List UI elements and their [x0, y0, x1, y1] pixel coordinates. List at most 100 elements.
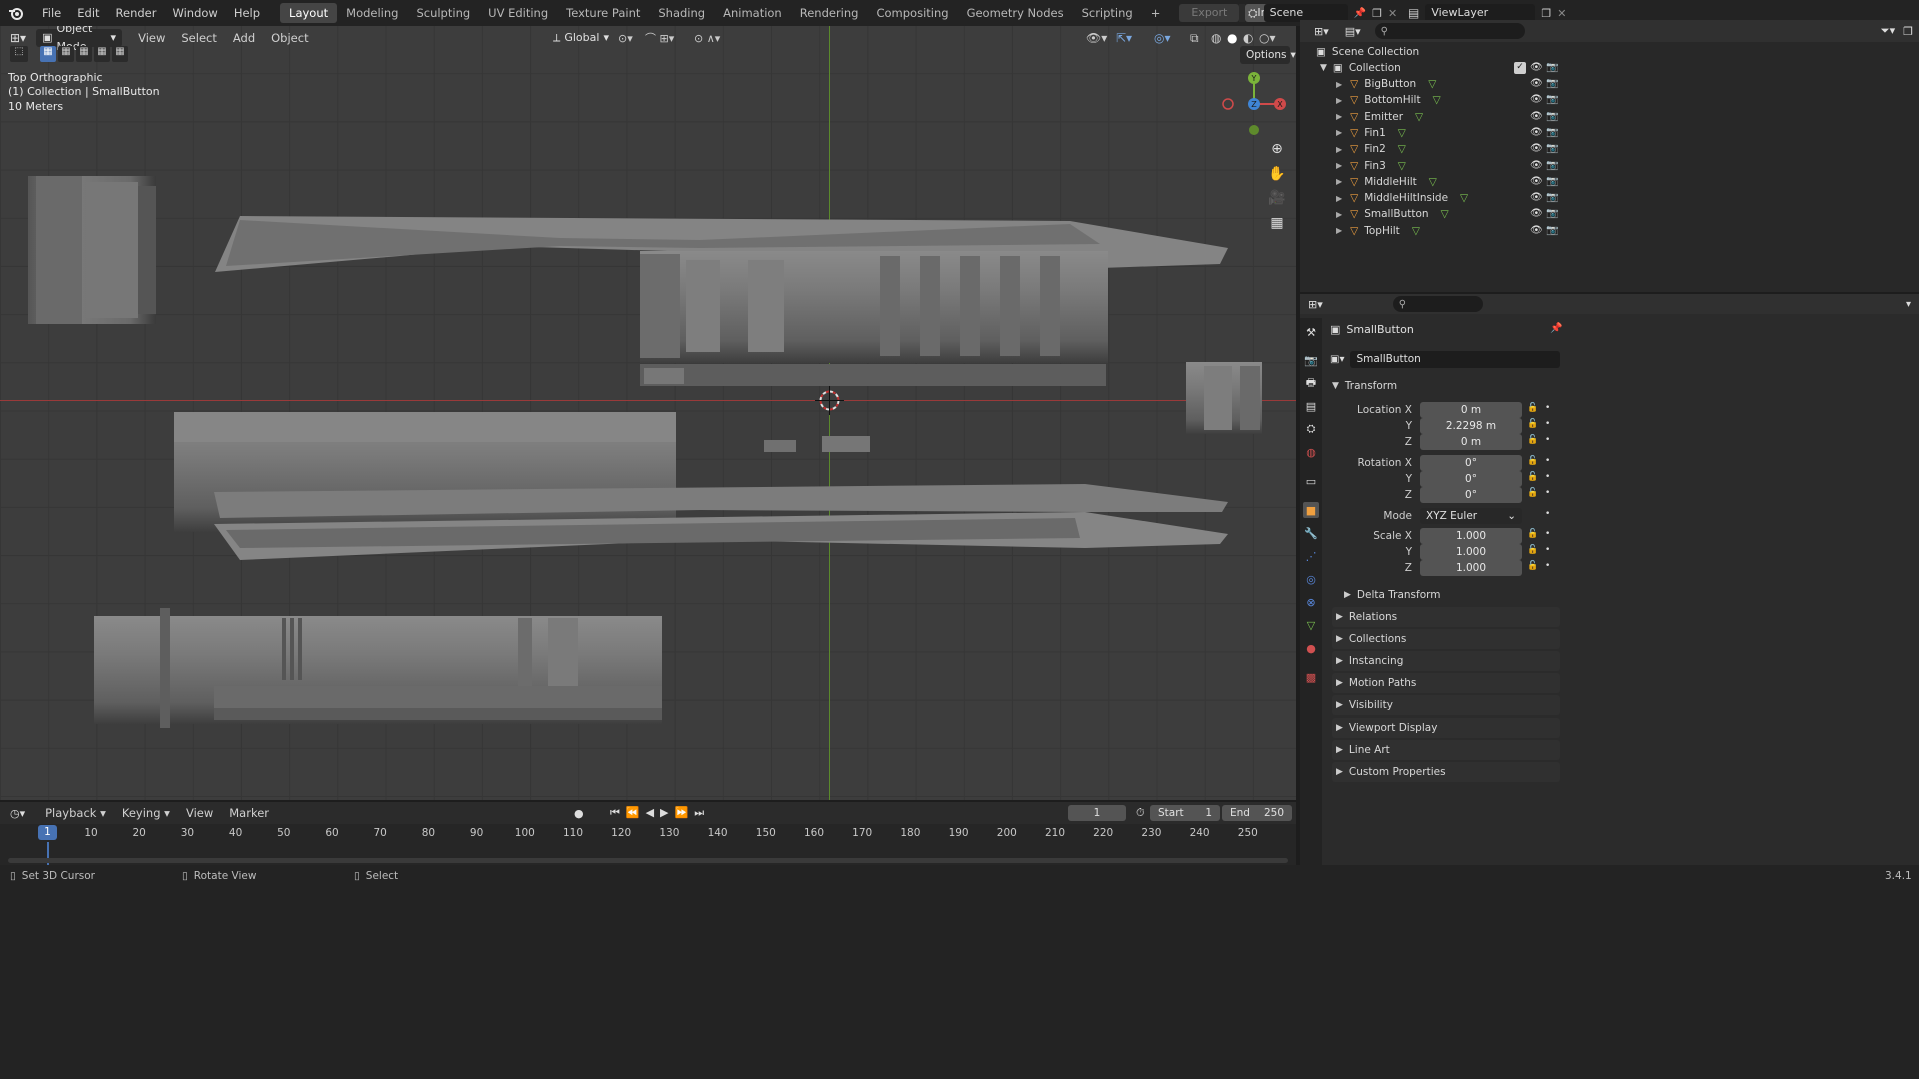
texture-tab-icon[interactable]: ▩	[1303, 669, 1319, 685]
collection-checkbox[interactable]: ✓	[1514, 62, 1526, 74]
menu-edit[interactable]: Edit	[69, 0, 107, 26]
tab-rendering[interactable]: Rendering	[791, 3, 868, 23]
location-z-field[interactable]: 0 m	[1420, 434, 1522, 450]
eye-icon[interactable]: 👁	[1530, 111, 1543, 123]
mesh-data-icon[interactable]: ▽	[1429, 176, 1437, 188]
render-camera-icon[interactable]: 📷	[1546, 94, 1558, 106]
lock-icon[interactable]: 🔓	[1527, 561, 1538, 571]
keyframe-dot-icon[interactable]: •	[1545, 435, 1550, 445]
blender-logo-icon[interactable]	[6, 3, 26, 23]
properties-editor-icon[interactable]: ⊞▾	[1308, 298, 1323, 311]
gizmo-neg-y-icon[interactable]	[1249, 125, 1259, 135]
section-collections[interactable]: ▶ Collections	[1332, 629, 1560, 650]
gizmo-neg-x-icon[interactable]	[1222, 98, 1234, 110]
timeline-ruler[interactable]: 1 10 20 30 40 50 60 70 80 90 100 110 120 130 140 150 16…	[0, 824, 1296, 842]
filter-icon[interactable]: ⏷▾	[1881, 24, 1895, 38]
lock-icon[interactable]: 🔓	[1527, 456, 1538, 466]
collection-eye-icon[interactable]: 👁	[1530, 62, 1543, 74]
eye-icon[interactable]: 👁	[1530, 192, 1543, 204]
object-tab-icon[interactable]: ■	[1303, 502, 1319, 518]
keyframe-dot-icon[interactable]: •	[1545, 419, 1550, 429]
eye-icon[interactable]: 👁	[1530, 94, 1543, 106]
rotation-mode-dropdown[interactable]: XYZ Euler ⌄	[1420, 508, 1522, 524]
3d-cursor[interactable]	[815, 386, 844, 415]
menu-file[interactable]: File	[34, 0, 69, 26]
mesh-data-icon[interactable]: ▽	[1398, 160, 1406, 172]
eye-icon[interactable]: 👁	[1530, 78, 1543, 90]
lock-icon[interactable]: 🔓	[1527, 419, 1538, 429]
pan-hand-icon[interactable]: ✋	[1266, 163, 1288, 185]
keyframe-dot-icon[interactable]: •	[1545, 545, 1550, 555]
fin-bottom-part[interactable]	[214, 484, 1228, 560]
pin-icon[interactable]: 📌	[1550, 323, 1562, 334]
render-camera-icon[interactable]: 📷	[1546, 192, 1558, 204]
tool-tab-icon[interactable]: ⚒	[1303, 324, 1319, 340]
render-camera-icon[interactable]: 📷	[1546, 176, 1558, 188]
lock-icon[interactable]: 🔓	[1527, 488, 1538, 498]
navigation-gizmo[interactable]: Y X Z	[1218, 70, 1286, 140]
tab-shading[interactable]: Shading	[649, 3, 714, 23]
collection-tab-icon[interactable]: ▭	[1303, 473, 1319, 489]
close-scene-icon[interactable]: ✕	[1388, 7, 1397, 20]
tab-sculpting[interactable]: Sculpting	[407, 3, 479, 23]
section-line-art[interactable]: ▶ Line Art	[1332, 739, 1560, 760]
display-mode-icon[interactable]: ▤▾	[1345, 25, 1361, 38]
mesh-data-icon[interactable]: ▽	[1412, 225, 1420, 237]
menu-keying[interactable]: Keying ▾	[114, 806, 178, 820]
mesh-data-icon[interactable]: ▽	[1460, 192, 1468, 204]
keyframe-dot-icon[interactable]: •	[1545, 488, 1550, 498]
expand-arrow-icon[interactable]: ▶	[1336, 226, 1342, 235]
expand-arrow-icon[interactable]: ▶	[1336, 128, 1342, 137]
keyframe-dot-icon[interactable]: •	[1545, 561, 1550, 571]
particles-tab-icon[interactable]: ⋰	[1303, 548, 1319, 564]
view-layer-tab-icon[interactable]: ▤	[1303, 398, 1319, 414]
properties-search-input[interactable]: ⚲	[1392, 296, 1483, 312]
tab-scripting[interactable]: Scripting	[1073, 3, 1142, 23]
rotation-x-field[interactable]: 0°	[1420, 455, 1522, 471]
eye-icon[interactable]: 👁	[1530, 143, 1543, 155]
lock-icon[interactable]: 🔓	[1527, 403, 1538, 413]
object-name-field[interactable]: SmallButton	[1350, 350, 1560, 368]
menu-playback[interactable]: Playback ▾	[37, 806, 114, 820]
expand-arrow-icon[interactable]: ▶	[1336, 194, 1342, 203]
middle-hilt-part[interactable]	[640, 251, 1108, 386]
mesh-data-icon[interactable]: ▽	[1398, 127, 1406, 139]
delta-transform-header[interactable]: ▶ Delta Transform	[1344, 585, 1572, 605]
new-view-layer-icon[interactable]: ❐	[1541, 7, 1551, 20]
current-frame-marker[interactable]: 1	[38, 825, 57, 840]
tab-compositing[interactable]: Compositing	[867, 3, 957, 23]
outliner-scene-collection[interactable]: ▣ Scene Collection	[1316, 44, 1576, 60]
eye-icon[interactable]: 👁	[1530, 225, 1543, 237]
rotation-z-field[interactable]: 0°	[1420, 487, 1522, 503]
render-camera-icon[interactable]: 📷	[1546, 225, 1558, 237]
timeline-editor-icon[interactable]: ◷▾	[10, 807, 25, 820]
scale-y-field[interactable]: 1.000	[1420, 544, 1522, 560]
section-custom-properties[interactable]: ▶ Custom Properties	[1332, 761, 1560, 782]
emitter-part[interactable]	[28, 176, 156, 324]
export-button[interactable]: Export	[1179, 4, 1240, 22]
eye-icon[interactable]: 👁	[1530, 160, 1543, 172]
zoom-icon[interactable]: ⊕	[1266, 138, 1288, 160]
mesh-data-icon[interactable]: ▽	[1428, 78, 1436, 90]
small-button-part[interactable]	[764, 440, 796, 452]
keyframe-dot-icon[interactable]: •	[1545, 472, 1550, 482]
tab-geometry-nodes[interactable]: Geometry Nodes	[958, 3, 1073, 23]
properties-options-icon[interactable]: ▾	[1906, 299, 1911, 310]
close-view-layer-icon[interactable]: ✕	[1557, 7, 1566, 20]
expand-arrow-icon[interactable]: ▶	[1336, 210, 1342, 219]
tab-layout[interactable]: Layout	[280, 3, 338, 23]
keyframe-dot-icon[interactable]: •	[1545, 529, 1550, 539]
new-collection-icon[interactable]: ❐	[1903, 25, 1913, 38]
render-camera-icon[interactable]: 📷	[1546, 127, 1558, 139]
keyframe-dot-icon[interactable]: •	[1545, 456, 1550, 466]
expand-arrow-icon[interactable]: ▶	[1336, 96, 1342, 105]
lock-icon[interactable]: 🔓	[1527, 529, 1538, 539]
eye-icon[interactable]: 👁	[1530, 176, 1543, 188]
current-frame-field[interactable]: 1	[1068, 805, 1126, 821]
render-camera-icon[interactable]: 📷	[1546, 208, 1558, 220]
camera-icon[interactable]: 🎥	[1266, 187, 1288, 209]
expand-arrow-icon[interactable]: ▶	[1336, 177, 1342, 186]
render-camera-icon[interactable]: 📷	[1546, 143, 1558, 155]
section-visibility[interactable]: ▶ Visibility	[1332, 695, 1560, 716]
menu-help[interactable]: Help	[226, 0, 268, 26]
